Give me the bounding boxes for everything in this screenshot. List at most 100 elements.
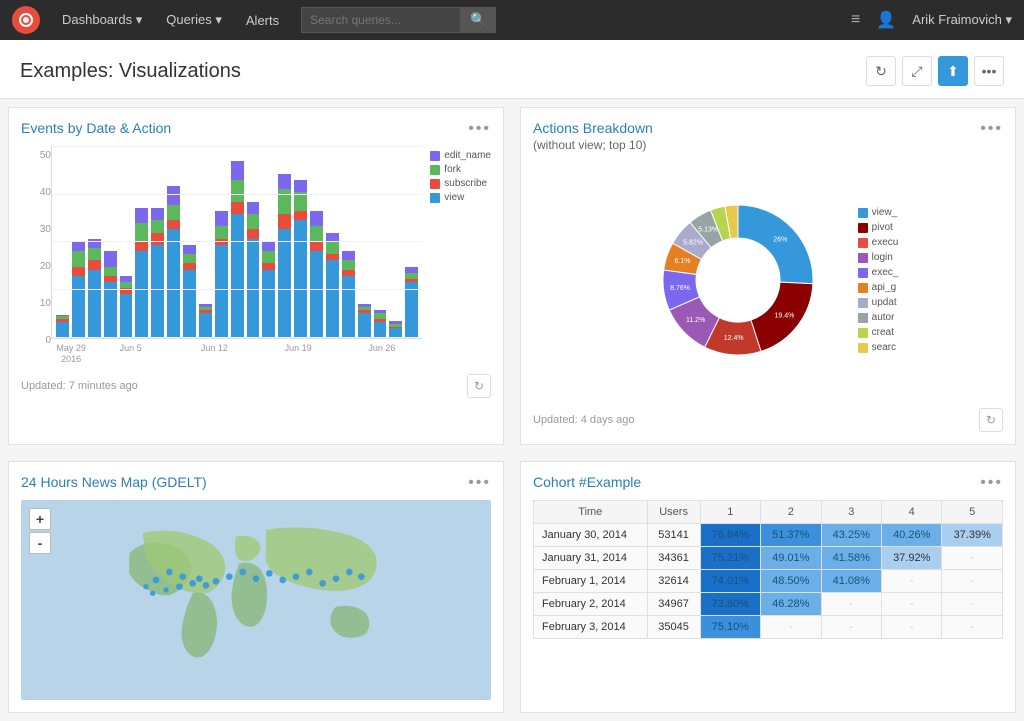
bar-segment-fork [167,205,180,220]
bar-segment-subscribe [247,229,260,238]
bar-segment-subscribe [294,211,307,220]
pie-legend-label: updat [872,297,897,308]
events-refresh[interactable]: ↻ [467,374,491,398]
nav-dashboards[interactable]: Dashboards ▾ [52,8,152,32]
slice-label: 11.2% [686,317,705,324]
zoom-in-button[interactable]: + [29,508,51,530]
cohort-table: TimeUsers12345January 30, 20145314176.84… [533,500,1003,639]
legend-item: edit_name [430,150,491,161]
bar-segment-edit_name [151,208,164,220]
fullscreen-button[interactable]: ⤢ [902,56,932,86]
x-label: Jun 5 [90,343,171,366]
map-menu[interactable]: ••• [468,474,491,492]
cohort-menu[interactable]: ••• [980,474,1003,492]
bar-segment-fork [278,189,291,214]
bar-segment-fork [104,267,117,276]
pie-legend-color [858,238,868,248]
bar-segment-edit_name [135,208,148,223]
x-label: Jun 19 [258,343,339,366]
bar-segment-view [120,294,133,337]
zoom-out-button[interactable]: - [29,532,51,554]
pie-legend-color [858,298,868,308]
cohort-val-cell: 73.80% [700,593,760,616]
cohort-header-cell: 5 [942,501,1003,524]
bar-segment-view [247,239,260,338]
brand-logo[interactable] [12,6,40,34]
bar-segment-view [342,276,355,338]
pie-legend-item: view_ [858,207,899,218]
bar-segment-edit_name [183,245,196,254]
bar-group [72,150,85,338]
bar-segment-edit_name [247,202,260,214]
pie-legend-label: searc [872,342,896,353]
users-icon[interactable]: 👤 [876,10,896,30]
map-controls: + - [29,508,51,554]
pie-legend-color [858,283,868,293]
bar-segment-subscribe [310,242,323,251]
bar-segment-view [374,322,387,337]
pie-legend-item: login [858,252,899,263]
search-input[interactable] [301,7,461,33]
table-row: February 3, 20143504575.10%---- [534,616,1003,639]
cohort-val-cell: 51.37% [761,524,821,547]
bar-group [262,150,275,338]
bar-segment-subscribe [167,220,180,229]
bar-segment-view [405,282,418,338]
search-button[interactable]: 🔍 [461,7,496,33]
page-title: Examples: Visualizations [20,60,241,83]
pie-legend-item: execu [858,237,899,248]
bar-segment-view [294,220,307,337]
widget-actions: Actions Breakdown (without view; top 10)… [520,107,1016,445]
pie-legend-label: creat [872,327,894,338]
bar-segment-view [262,270,275,338]
more-button[interactable]: ••• [974,56,1004,86]
slice-label: 6.1% [674,258,690,265]
table-row: February 1, 20143261474.01%48.50%41.08%-… [534,570,1003,593]
actions-refresh[interactable]: ↻ [979,408,1003,432]
refresh-button[interactable]: ↻ [866,56,896,86]
share-button[interactable]: ⬆ [938,56,968,86]
bar-group [358,150,371,338]
page-header: Examples: Visualizations ↻ ⤢ ⬆ ••• [0,40,1024,99]
cohort-header-cell: 2 [761,501,821,524]
bar-segment-edit_name [278,174,291,189]
pie-legend-color [858,313,868,323]
bar-group [56,150,69,338]
bar-segment-subscribe [88,260,101,269]
cohort-val-cell: 41.58% [821,547,881,570]
x-labels: May 292016Jun 5Jun 12Jun 19Jun 26 [51,343,422,366]
database-icon[interactable]: ≡ [851,11,860,29]
pie-legend-label: view_ [872,207,898,218]
pie-legend-item: api_g [858,282,899,293]
cohort-val-cell: - [942,616,1003,639]
widget-map-header: 24 Hours News Map (GDELT) ••• [21,474,491,492]
x-label: Jun 26 [342,343,423,366]
pie-legend-color [858,328,868,338]
bar-group [151,150,164,338]
cohort-users-cell: 34967 [647,593,700,616]
legend-color [430,179,440,189]
widget-events-header: Events by Date & Action ••• [21,120,491,138]
slice-label: 5.13% [698,227,718,234]
cohort-val-cell: - [881,570,941,593]
bar-segment-edit_name [88,239,101,248]
events-footer: Updated: 7 minutes ago ↻ [21,374,491,398]
bar-segment-fork [231,180,244,202]
actions-menu[interactable]: ••• [980,120,1003,138]
bar-group [88,150,101,338]
bar-segment-fork [72,251,85,266]
nav-alerts[interactable]: Alerts [236,9,289,32]
bar-segment-edit_name [167,186,180,205]
nav-queries[interactable]: Queries ▾ [156,8,232,32]
bar-segment-fork [88,248,101,260]
user-menu[interactable]: Arik Fraimovich ▾ [912,12,1012,28]
events-menu[interactable]: ••• [468,120,491,138]
bar-segment-fork [215,226,228,238]
pie-legend-color [858,208,868,218]
bar-segment-edit_name [72,242,85,251]
cohort-val-cell: - [881,616,941,639]
pie-legend-label: pivot [872,222,893,233]
pie-legend-item: updat [858,297,899,308]
bar-segment-edit_name [310,211,323,226]
bar-segment-view [358,313,371,338]
